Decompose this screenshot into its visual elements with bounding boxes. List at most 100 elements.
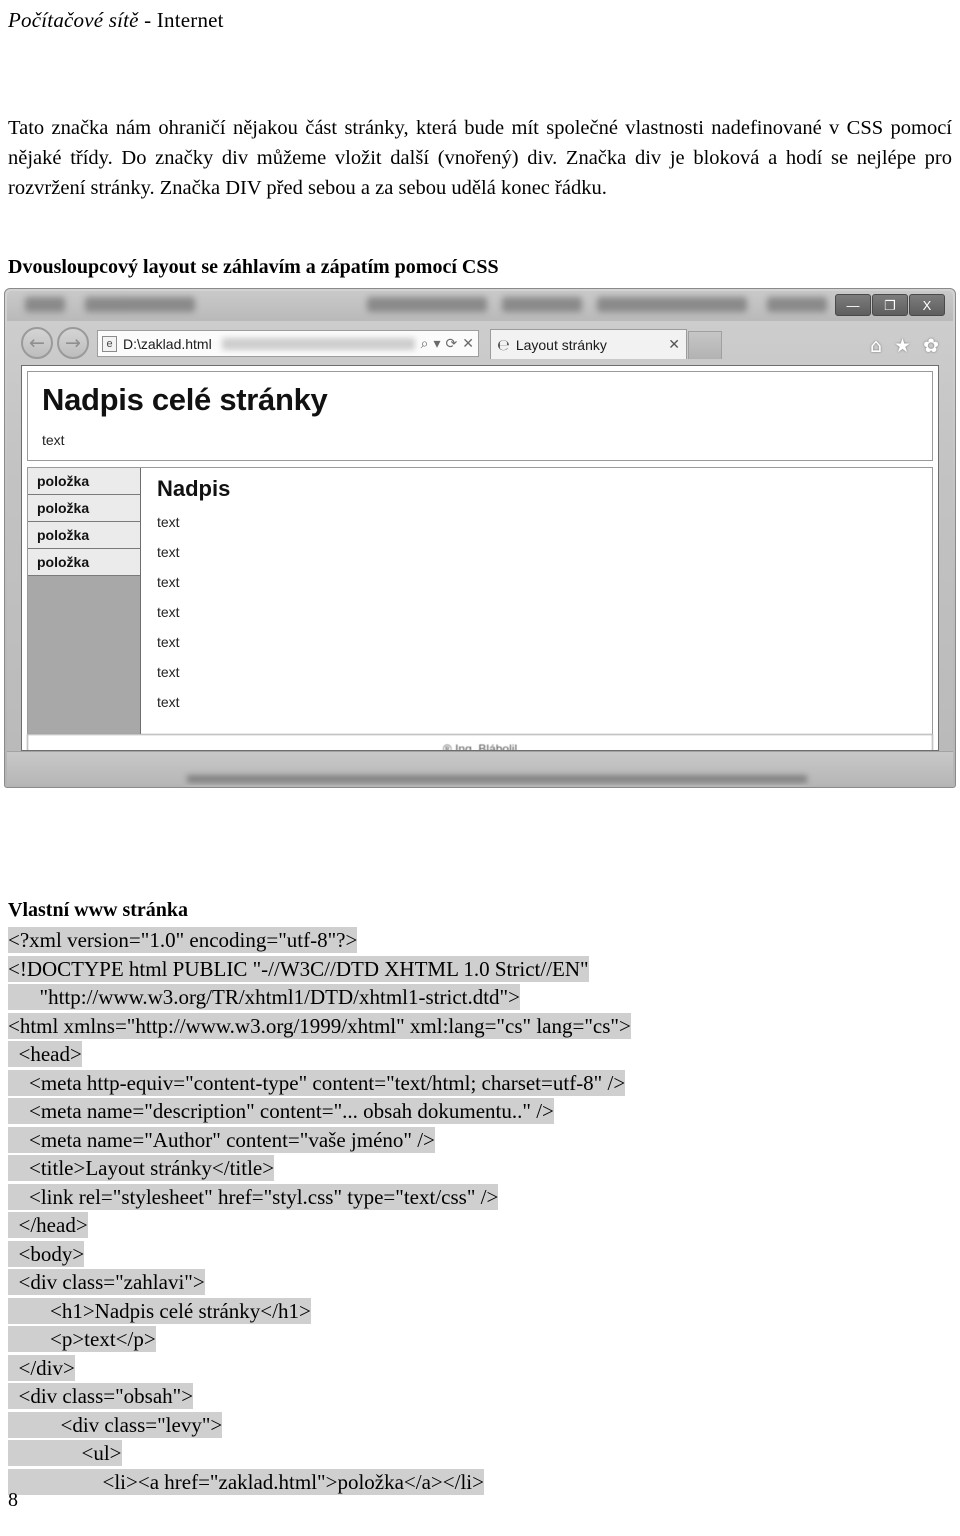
page-main-heading: Nadpis celé stránky [42,382,328,417]
favorites-star-icon[interactable]: ★ [894,335,911,357]
code-line-text: <head> [8,1041,82,1067]
address-input-value[interactable]: D:\zaklad.html [123,336,212,352]
page-left-column: položka položka položka položka [28,468,141,734]
title-blur-fragment [502,297,582,312]
title-blur-fragment [597,297,747,312]
code-line: <div class="levy"> [8,1411,952,1440]
page-content-heading: Nadpis [157,476,231,501]
code-line-text: <meta http-equiv="content-type" content=… [8,1069,626,1096]
section-heading-vlastni: Vlastní www stránka [8,899,189,921]
menu-item[interactable]: položka [28,468,140,495]
page-header-text: text [42,432,65,448]
title-blur-fragment [367,297,487,312]
address-bar[interactable]: e D:\zaklad.html ⌕ ▾ ⟳ ✕ [97,330,479,357]
page-footer-div: ® Ing. Blábolil [27,734,933,750]
page-content-line: text [157,694,180,710]
address-blur-fragment [221,337,415,350]
page-number: 8 [8,1489,18,1511]
tab-favicon-icon: ℮ [497,335,510,354]
code-line-text: <p>text</p> [8,1326,156,1352]
body-paragraph: Tato značka nám ohraničí nějakou část st… [8,116,952,199]
page-content-line: text [157,634,180,650]
code-line: <div class="obsah"> [8,1382,952,1411]
code-line: </head> [8,1211,952,1240]
code-line-text: </div> [8,1354,75,1381]
home-icon[interactable]: ⌂ [870,335,882,357]
code-line: <div class="zahlavi"> [8,1268,952,1297]
code-line-text: "http://www.w3.org/TR/xhtml1/DTD/xhtml1-… [8,984,520,1010]
page-header-div: Nadpis celé stránky text [27,371,933,461]
code-line-text: <?xml version="1.0" encoding="utf-8"?> [8,927,358,953]
running-head-title: Počítačové sítě [8,8,139,32]
tab-title: Layout stránky [515,336,607,353]
code-line: <p>text</p> [8,1325,952,1354]
refresh-icon[interactable]: ⟳ [446,336,458,352]
code-line: "http://www.w3.org/TR/xhtml1/DTD/xhtml1-… [8,983,952,1012]
new-tab-button[interactable] [688,331,722,359]
browser-toolbar-icons: ⌂ ★ ✿ [870,335,939,357]
browser-title-bar: — ❐ X [7,291,953,321]
chevron-down-icon[interactable]: ▾ [434,336,441,352]
page-content-line: text [157,514,180,530]
code-line-text: <link rel="stylesheet" href="styl.css" t… [8,1183,499,1210]
code-line: <head> [8,1040,952,1069]
code-line: <ul> [8,1439,952,1468]
code-line: <meta http-equiv="content-type" content=… [8,1069,952,1098]
page-content-line: text [157,664,180,680]
browser-status-bar [7,751,953,785]
code-line: <h1>Nadpis celé stránky</h1> [8,1297,952,1326]
settings-gear-icon[interactable]: ✿ [923,335,939,357]
running-head: Počítačové sítě - Internet [8,8,224,33]
code-line: <meta name="description" content="... ob… [8,1097,952,1126]
search-icon[interactable]: ⌕ [421,336,429,352]
section-heading-layout: Dvousloupcový layout se záhlavím a zápat… [8,256,499,278]
code-line-text: <meta name="Author" content="vaše jméno"… [8,1126,435,1153]
browser-nav-row: ← → e D:\zaklad.html ⌕ ▾ ⟳ ✕ ℮ Layout st… [7,321,953,365]
menu-item[interactable]: položka [28,522,140,549]
tab-close-icon[interactable]: ✕ [668,336,680,353]
menu-item[interactable]: položka [28,549,140,576]
code-line-text: <div class="obsah"> [8,1383,194,1409]
page-content-div: položka položka položka položka Nadpis t… [27,467,933,734]
window-controls: — ❐ X [835,294,945,316]
code-line-text: <!DOCTYPE html PUBLIC "-//W3C//DTD XHTML… [8,955,589,982]
code-line-text: <ul> [8,1440,122,1466]
browser-tab[interactable]: ℮ Layout stránky ✕ [490,329,687,359]
code-line-text: <li><a href="zaklad.html">položka</a></l… [8,1468,484,1495]
code-line: <!DOCTYPE html PUBLIC "-//W3C//DTD XHTML… [8,955,952,984]
browser-viewport: Nadpis celé stránky text položka položka… [21,365,939,751]
code-line-text: <title>Layout stránky</title> [8,1155,275,1181]
page-favicon-icon: e [102,335,117,352]
title-blur-fragment [85,297,195,312]
code-line-text: <div class="zahlavi"> [8,1269,205,1295]
code-line-text: <h1>Nadpis celé stránky</h1> [8,1297,311,1324]
forward-arrow-icon[interactable]: → [57,327,89,359]
page-content-line: text [157,574,180,590]
code-line: </div> [8,1354,952,1383]
code-listing: <?xml version="1.0" encoding="utf-8"?> <!… [8,926,952,1496]
close-button[interactable]: X [909,294,945,316]
title-blur-fragment [25,297,65,312]
code-line: <meta name="Author" content="vaše jméno"… [8,1126,952,1155]
title-blur-fragment [767,297,827,312]
page-content-line: text [157,604,180,620]
code-line-text: <meta name="description" content="... ob… [8,1098,554,1124]
stop-icon[interactable]: ✕ [462,336,474,352]
maximize-button[interactable]: ❐ [872,294,908,316]
code-line: <title>Layout stránky</title> [8,1154,952,1183]
code-line: <?xml version="1.0" encoding="utf-8"?> [8,926,952,955]
code-line: <link rel="stylesheet" href="styl.css" t… [8,1183,952,1212]
page-right-column: Nadpis text text text text text text tex… [141,468,932,734]
page-content-line: text [157,544,180,560]
code-line: <html xmlns="http://www.w3.org/1999/xhtm… [8,1012,952,1041]
menu-item[interactable]: položka [28,495,140,522]
browser-window: — ❐ X ← → e D:\zaklad.html ⌕ ▾ ⟳ ✕ ℮ Lay… [7,291,953,785]
code-line-text: <html xmlns="http://www.w3.org/1999/xhtm… [8,1012,631,1039]
running-head-subtitle: - Internet [138,8,224,32]
code-line-text: </head> [8,1212,88,1238]
code-line-text: <body> [8,1240,85,1267]
code-line: <li><a href="zaklad.html">položka</a></l… [8,1468,952,1497]
back-arrow-icon[interactable]: ← [21,327,53,359]
minimize-button[interactable]: — [835,294,871,316]
browser-screenshot-figure: — ❐ X ← → e D:\zaklad.html ⌕ ▾ ⟳ ✕ ℮ Lay… [4,288,956,788]
